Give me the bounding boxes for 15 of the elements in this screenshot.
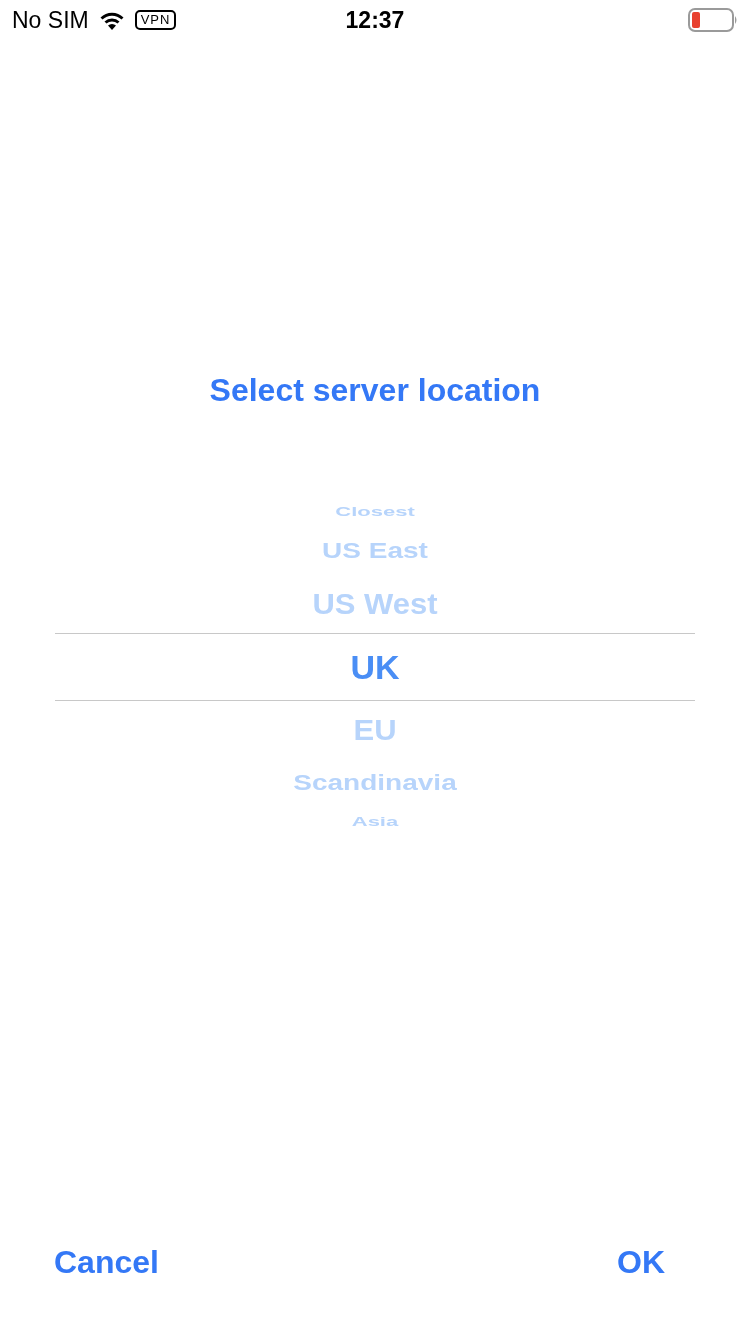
picker-option[interactable]: Scandinavia [293, 771, 457, 795]
picker-option[interactable]: Asia [351, 815, 399, 829]
clock-text: 12:37 [345, 6, 405, 34]
picker-option[interactable]: UK [350, 650, 400, 684]
wifi-icon [98, 10, 125, 30]
ok-button[interactable]: OK [617, 1242, 665, 1282]
picker-option[interactable]: US East [322, 539, 428, 563]
cancel-button[interactable]: Cancel [54, 1242, 159, 1282]
picker-option[interactable]: US West [312, 589, 438, 619]
dialog-title: Select server location [208, 371, 542, 410]
carrier-text: No SIM [12, 6, 89, 34]
battery-icon [688, 8, 738, 32]
picker-option[interactable]: EU [353, 715, 397, 745]
picker-option[interactable]: Closest [335, 505, 415, 519]
vpn-badge: VPN [134, 10, 177, 30]
